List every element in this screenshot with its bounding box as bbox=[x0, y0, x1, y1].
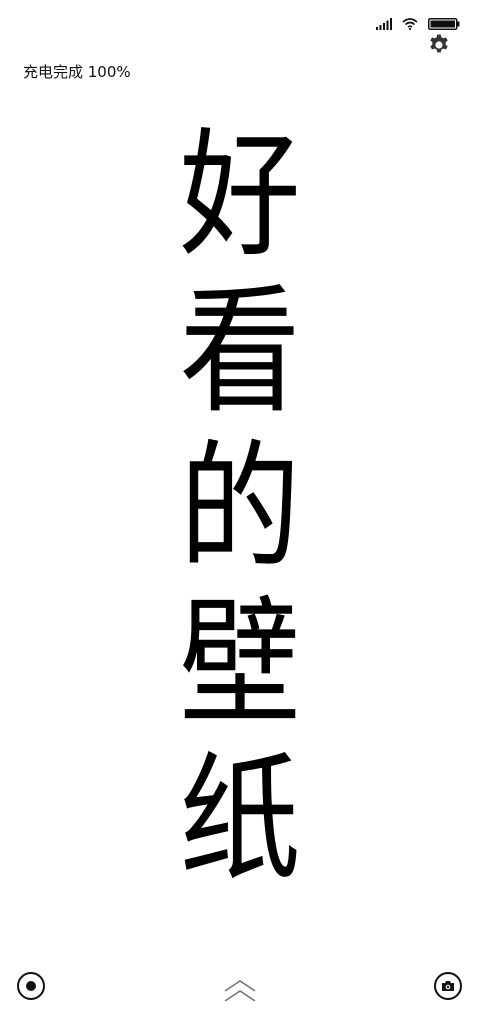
wallpaper-text: 好 看 的 壁 纸 bbox=[0, 118, 480, 898]
unlock-chevron-icon[interactable] bbox=[222, 978, 258, 1004]
record-button[interactable] bbox=[17, 972, 45, 1000]
wifi-icon bbox=[402, 18, 418, 30]
camera-icon bbox=[441, 977, 455, 996]
wallpaper-char: 壁 bbox=[179, 583, 301, 744]
charging-status-text: 充电完成 100% bbox=[23, 63, 131, 81]
wallpaper-char: 看 bbox=[179, 271, 301, 432]
wallpaper-char: 好 bbox=[179, 115, 301, 276]
wallpaper-char: 的 bbox=[179, 427, 301, 588]
gear-icon bbox=[427, 33, 451, 61]
status-bar bbox=[376, 14, 460, 34]
lock-screen: 充电完成 100% 好 看 的 壁 纸 bbox=[0, 0, 480, 1013]
record-icon bbox=[26, 981, 36, 991]
battery-icon bbox=[428, 18, 460, 30]
signal-icon bbox=[376, 18, 392, 30]
camera-button[interactable] bbox=[434, 972, 462, 1000]
settings-button[interactable] bbox=[425, 33, 453, 61]
wallpaper-char: 纸 bbox=[179, 739, 301, 900]
